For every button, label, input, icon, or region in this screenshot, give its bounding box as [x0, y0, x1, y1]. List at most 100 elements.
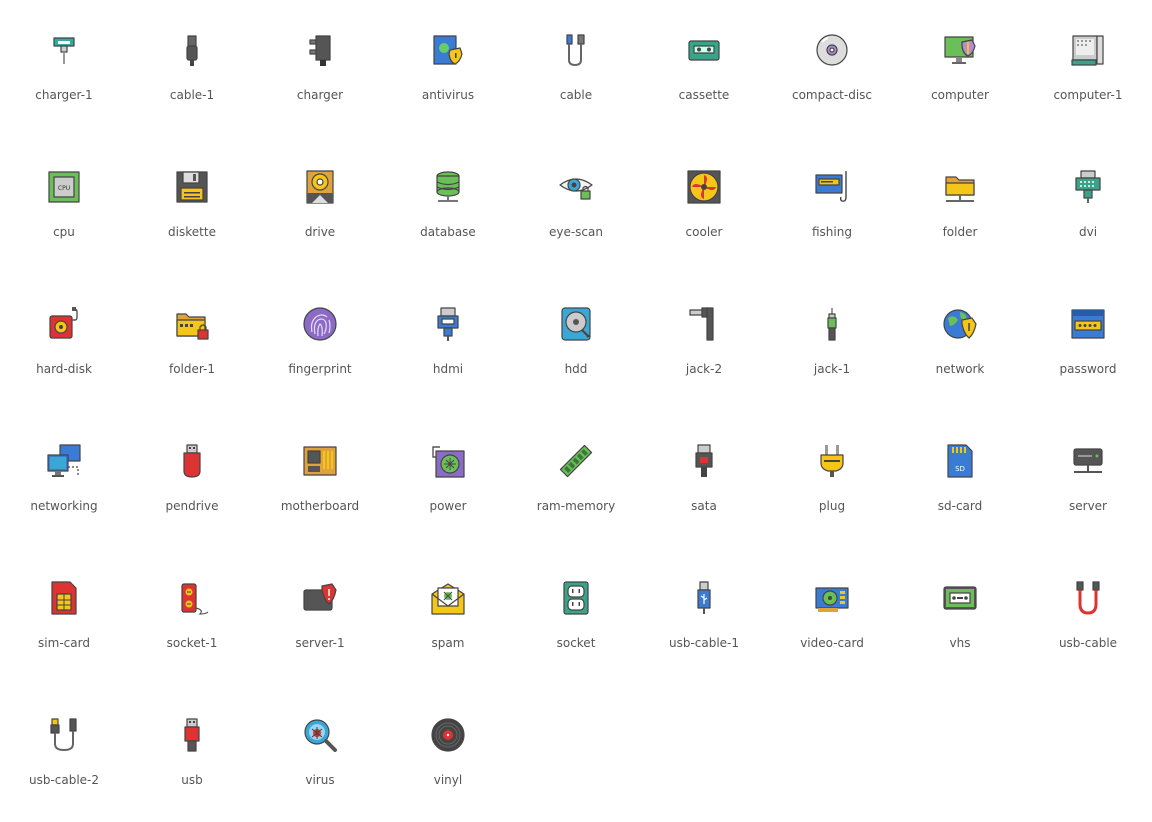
icon-tile-plug[interactable]: plug — [768, 411, 896, 548]
plug-icon — [814, 443, 850, 479]
sd-card-text: SD — [955, 465, 965, 473]
icon-tile-motherboard[interactable]: motherboard — [256, 411, 384, 548]
icon-label: hard-disk — [36, 362, 92, 376]
icon-tile-virus[interactable]: virus — [256, 685, 384, 822]
icon-tile-folder-1[interactable]: folder-1 — [128, 274, 256, 411]
icon-label: cable-1 — [169, 88, 215, 102]
icon-label: cooler — [685, 225, 723, 239]
antivirus-icon — [430, 32, 466, 68]
icon-tile-pendrive[interactable]: pendrive — [128, 411, 256, 548]
icon-tile-socket-1[interactable]: socket-1 — [128, 548, 256, 685]
icon-tile-usb-cable[interactable]: usb-cable — [1024, 548, 1152, 685]
icon-tile-compact-disc[interactable]: compact-disc — [768, 0, 896, 137]
icon-label: video-card — [800, 636, 864, 650]
icon-tile-database[interactable]: database — [384, 137, 512, 274]
folder-1-icon — [174, 306, 210, 342]
charger-icon — [302, 32, 338, 68]
usb-icon — [174, 717, 210, 753]
icon-tile-server-1[interactable]: server-1 — [256, 548, 384, 685]
icon-tile-ram-memory[interactable]: ram-memory — [512, 411, 640, 548]
icon-tile-dvi[interactable]: dvi — [1024, 137, 1152, 274]
server-1-icon — [302, 580, 338, 616]
icon-tile-charger[interactable]: charger — [256, 0, 384, 137]
icon-tile-drive[interactable]: drive — [256, 137, 384, 274]
icon-tile-jack-1[interactable]: jack-1 — [768, 274, 896, 411]
fishing-icon — [814, 169, 850, 205]
icon-tile-cable[interactable]: cable — [512, 0, 640, 137]
icon-label: server — [1069, 499, 1107, 513]
icon-label: usb-cable — [1058, 636, 1118, 650]
icon-tile-network[interactable]: network — [896, 274, 1024, 411]
folder-icon — [942, 169, 978, 205]
cable-1-icon — [174, 32, 210, 68]
icon-tile-password[interactable]: password — [1024, 274, 1152, 411]
icon-label: cassette — [678, 88, 730, 102]
computer-icon — [942, 32, 978, 68]
icon-tile-cable-1[interactable]: cable-1 — [128, 0, 256, 137]
icon-label: compact-disc — [791, 88, 873, 102]
icon-tile-computer-1[interactable]: computer-1 — [1024, 0, 1152, 137]
icon-tile-networking[interactable]: networking — [0, 411, 128, 548]
icon-tile-power[interactable]: power — [384, 411, 512, 548]
icon-label: jack-1 — [813, 362, 851, 376]
icon-label: fishing — [812, 225, 852, 239]
icon-label: dvi — [1078, 225, 1098, 239]
icon-label: fingerprint — [288, 362, 352, 376]
icon-tile-vinyl[interactable]: vinyl — [384, 685, 512, 822]
icon-tile-usb-cable-2[interactable]: usb-cable-2 — [0, 685, 128, 822]
icon-tile-socket[interactable]: socket — [512, 548, 640, 685]
icon-label: antivirus — [421, 88, 475, 102]
icon-tile-usb-cable-1[interactable]: usb-cable-1 — [640, 548, 768, 685]
sim-card-icon — [46, 580, 82, 616]
vhs-icon — [942, 580, 978, 616]
icon-label: folder — [942, 225, 978, 239]
virus-icon — [302, 717, 338, 753]
icon-tile-cooler[interactable]: cooler — [640, 137, 768, 274]
icon-tile-cpu[interactable]: CPU cpu — [0, 137, 128, 274]
icon-tile-video-card[interactable]: video-card — [768, 548, 896, 685]
icon-label: hdd — [564, 362, 588, 376]
network-icon — [942, 306, 978, 342]
spam-icon — [430, 580, 466, 616]
password-icon — [1070, 306, 1106, 342]
icon-tile-fishing[interactable]: fishing — [768, 137, 896, 274]
socket-1-icon — [174, 580, 210, 616]
icon-label: drive — [304, 225, 336, 239]
jack-1-icon — [814, 306, 850, 342]
pendrive-icon — [174, 443, 210, 479]
icon-tile-charger-1[interactable]: charger-1 — [0, 0, 128, 137]
socket-icon — [558, 580, 594, 616]
icon-tile-computer[interactable]: computer — [896, 0, 1024, 137]
icon-tile-hdd[interactable]: hdd — [512, 274, 640, 411]
icon-tile-sim-card[interactable]: sim-card — [0, 548, 128, 685]
icon-tile-diskette[interactable]: diskette — [128, 137, 256, 274]
icon-tile-antivirus[interactable]: antivirus — [384, 0, 512, 137]
usb-cable-icon — [1070, 580, 1106, 616]
icon-tile-vhs[interactable]: vhs — [896, 548, 1024, 685]
computer-1-icon — [1070, 32, 1106, 68]
hdd-icon — [558, 306, 594, 342]
icon-tile-spam[interactable]: spam — [384, 548, 512, 685]
icon-tile-cassette[interactable]: cassette — [640, 0, 768, 137]
icon-tile-hard-disk[interactable]: hard-disk — [0, 274, 128, 411]
usb-cable-2-icon — [46, 717, 82, 753]
icon-label: cable — [559, 88, 593, 102]
icon-tile-folder[interactable]: folder — [896, 137, 1024, 274]
icon-label: networking — [30, 499, 98, 513]
icon-tile-jack-2[interactable]: jack-2 — [640, 274, 768, 411]
icon-tile-sd-card[interactable]: SD sd-card — [896, 411, 1024, 548]
icon-tile-hdmi[interactable]: hdmi — [384, 274, 512, 411]
icon-label: computer-1 — [1053, 88, 1123, 102]
sata-icon — [686, 443, 722, 479]
cable-icon — [558, 32, 594, 68]
cassette-icon — [686, 32, 722, 68]
dvi-icon — [1070, 169, 1106, 205]
icon-tile-sata[interactable]: sata — [640, 411, 768, 548]
motherboard-icon — [302, 443, 338, 479]
icon-label: plug — [818, 499, 846, 513]
icon-tile-server[interactable]: server — [1024, 411, 1152, 548]
icon-label: hdmi — [432, 362, 464, 376]
icon-tile-eye-scan[interactable]: eye-scan — [512, 137, 640, 274]
icon-tile-usb[interactable]: usb — [128, 685, 256, 822]
icon-tile-fingerprint[interactable]: fingerprint — [256, 274, 384, 411]
